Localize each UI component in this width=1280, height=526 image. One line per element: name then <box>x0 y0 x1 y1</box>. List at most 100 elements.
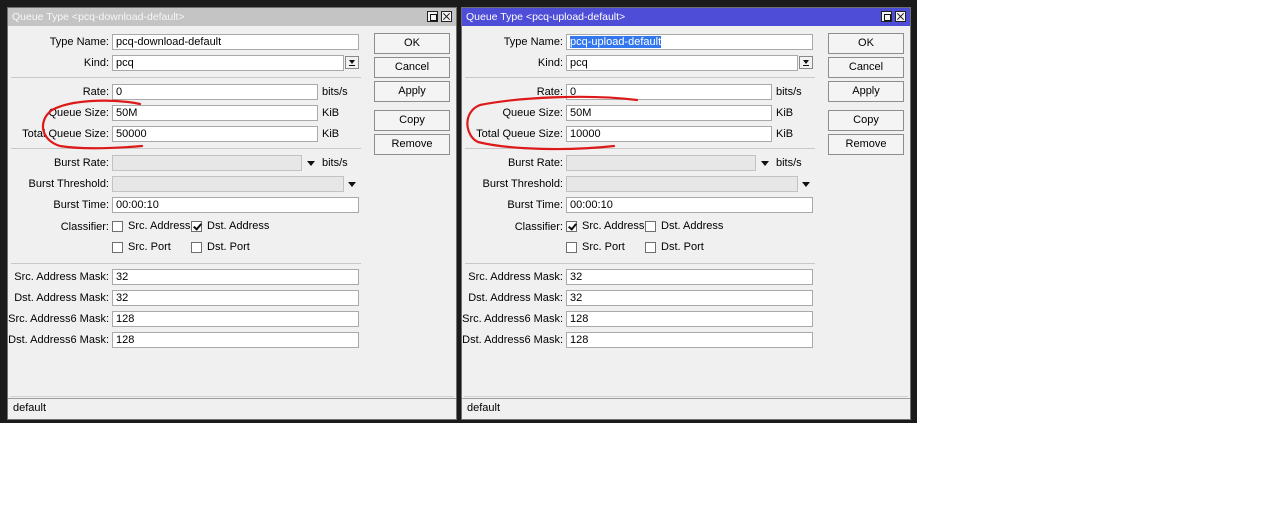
kind-label: Kind: <box>537 57 563 69</box>
separator <box>11 263 361 264</box>
src-address6-mask-field[interactable]: 128 <box>566 311 813 327</box>
status-text: default <box>13 402 47 414</box>
burst-rate-field[interactable] <box>566 155 756 171</box>
dst-address6-mask-field[interactable]: 128 <box>566 332 813 348</box>
separator <box>465 148 815 149</box>
dst-address6-mask-field[interactable]: 128 <box>112 332 359 348</box>
cancel-button[interactable]: Cancel <box>374 57 450 78</box>
rate-row: Rate: 0 bits/s <box>462 84 822 100</box>
queue-size-field[interactable]: 50M <box>112 105 318 121</box>
src-address-mask-field[interactable]: 32 <box>112 269 359 285</box>
classifier-option-label: Src. Port <box>582 241 625 253</box>
queue-size-row: Queue Size: 50M KiB <box>462 105 822 121</box>
remove-button[interactable]: Remove <box>828 134 904 155</box>
dropdown-arrow-icon[interactable] <box>348 182 356 187</box>
rate-label: Rate: <box>536 86 563 98</box>
burst-time-field[interactable]: 00:00:10 <box>566 197 813 213</box>
ok-button[interactable]: OK <box>828 33 904 54</box>
total-queue-size-label: Total Queue Size: <box>476 128 563 140</box>
copy-button[interactable]: Copy <box>374 110 450 131</box>
burst-time-label: Burst Time: <box>507 199 563 211</box>
kind-select[interactable]: pcq <box>112 55 344 71</box>
copy-button[interactable]: Copy <box>828 110 904 131</box>
queue-size-field[interactable]: 50M <box>566 105 772 121</box>
burst-threshold-label: Burst Threshold: <box>482 178 563 190</box>
dropdown-arrow-icon[interactable] <box>345 56 359 69</box>
src-address6-mask-label: Src. Address6 Mask: <box>8 313 109 325</box>
burst-threshold-row: Burst Threshold: <box>462 176 822 192</box>
total-queue-size-row: Total Queue Size: 50000 KiB <box>8 126 368 142</box>
remove-button[interactable]: Remove <box>374 134 450 155</box>
dst-address6-mask-label: Dst. Address6 Mask: <box>8 334 109 346</box>
total-queue-size-row: Total Queue Size: 10000 KiB <box>462 126 822 142</box>
burst-threshold-field[interactable] <box>566 176 798 192</box>
classifier-label: Classifier: <box>514 221 563 233</box>
kind-select[interactable]: pcq <box>566 55 798 71</box>
dropdown-arrow-icon[interactable] <box>802 182 810 187</box>
total-queue-size-field[interactable]: 10000 <box>566 126 772 142</box>
dropdown-arrow-icon[interactable] <box>761 161 769 166</box>
close-icon[interactable] <box>441 11 452 22</box>
selected-text: pcq-upload-default <box>570 36 662 48</box>
burst-time-field[interactable]: 00:00:10 <box>112 197 359 213</box>
checkbox-icon[interactable] <box>645 221 656 232</box>
checkbox-icon[interactable] <box>566 221 577 232</box>
classifier-option-label: Dst. Address <box>207 220 270 232</box>
close-icon[interactable] <box>895 11 906 22</box>
queue-size-row: Queue Size: 50M KiB <box>8 105 368 121</box>
ok-button[interactable]: OK <box>374 33 450 54</box>
rate-field[interactable]: 0 <box>566 84 772 100</box>
src-address6-mask-field[interactable]: 128 <box>112 311 359 327</box>
separator <box>11 148 361 149</box>
burst-rate-unit: bits/s <box>776 157 802 169</box>
type-name-row: Type Name: pcq-upload-default <box>462 34 822 50</box>
kind-label: Kind: <box>83 57 109 69</box>
checkbox-icon[interactable] <box>191 221 202 232</box>
type-name-field[interactable]: pcq-upload-default <box>566 34 813 50</box>
kind-row: Kind: pcq <box>8 55 368 71</box>
window-titlebar[interactable]: Queue Type <pcq-download-default> <box>8 8 456 26</box>
src-address-mask-label: Src. Address Mask: <box>14 271 109 283</box>
dst-address-mask-label: Dst. Address Mask: <box>14 292 109 304</box>
kind-row: Kind: pcq <box>462 55 822 71</box>
checkbox-icon[interactable] <box>112 242 123 253</box>
maximize-icon[interactable] <box>427 11 438 22</box>
window-title: Queue Type <pcq-upload-default> <box>466 11 626 23</box>
window-titlebar[interactable]: Queue Type <pcq-upload-default> <box>462 8 910 26</box>
dst-address-mask-row: Dst. Address Mask: 32 <box>462 290 822 306</box>
burst-rate-field[interactable] <box>112 155 302 171</box>
rate-unit: bits/s <box>776 86 802 98</box>
burst-time-row: Burst Time: 00:00:10 <box>462 197 822 213</box>
status-bar: default <box>8 398 456 419</box>
classifier-option-label: Dst. Address <box>661 220 724 232</box>
window-title: Queue Type <pcq-download-default> <box>12 11 185 23</box>
maximize-icon[interactable] <box>881 11 892 22</box>
dst-address-mask-field[interactable]: 32 <box>112 290 359 306</box>
rate-row: Rate: 0 bits/s <box>8 84 368 100</box>
classifier-option-label: Src. Port <box>128 241 171 253</box>
rate-field[interactable]: 0 <box>112 84 318 100</box>
total-queue-size-unit: KiB <box>776 128 794 140</box>
checkbox-icon[interactable] <box>191 242 202 253</box>
dst-address-mask-field[interactable]: 32 <box>566 290 813 306</box>
dropdown-arrow-icon[interactable] <box>307 161 315 166</box>
checkbox-icon[interactable] <box>645 242 656 253</box>
checkbox-icon[interactable] <box>112 221 123 232</box>
src-address-mask-row: Src. Address Mask: 32 <box>8 269 368 285</box>
queue-type-window-upload: Queue Type <pcq-upload-default> Type Nam… <box>461 7 911 420</box>
apply-button[interactable]: Apply <box>374 81 450 102</box>
separator <box>11 77 361 78</box>
type-name-field[interactable]: pcq-download-default <box>112 34 359 50</box>
cancel-button[interactable]: Cancel <box>828 57 904 78</box>
burst-threshold-label: Burst Threshold: <box>28 178 109 190</box>
dropdown-arrow-icon[interactable] <box>799 56 813 69</box>
src-address-mask-field[interactable]: 32 <box>566 269 813 285</box>
burst-rate-row: Burst Rate: bits/s <box>8 155 368 171</box>
classifier-option-label: Dst. Port <box>661 241 704 253</box>
classifier-option-label: Src. Address <box>582 220 645 232</box>
type-name-label: Type Name: <box>503 36 563 48</box>
apply-button[interactable]: Apply <box>828 81 904 102</box>
checkbox-icon[interactable] <box>566 242 577 253</box>
total-queue-size-field[interactable]: 50000 <box>112 126 318 142</box>
burst-threshold-field[interactable] <box>112 176 344 192</box>
